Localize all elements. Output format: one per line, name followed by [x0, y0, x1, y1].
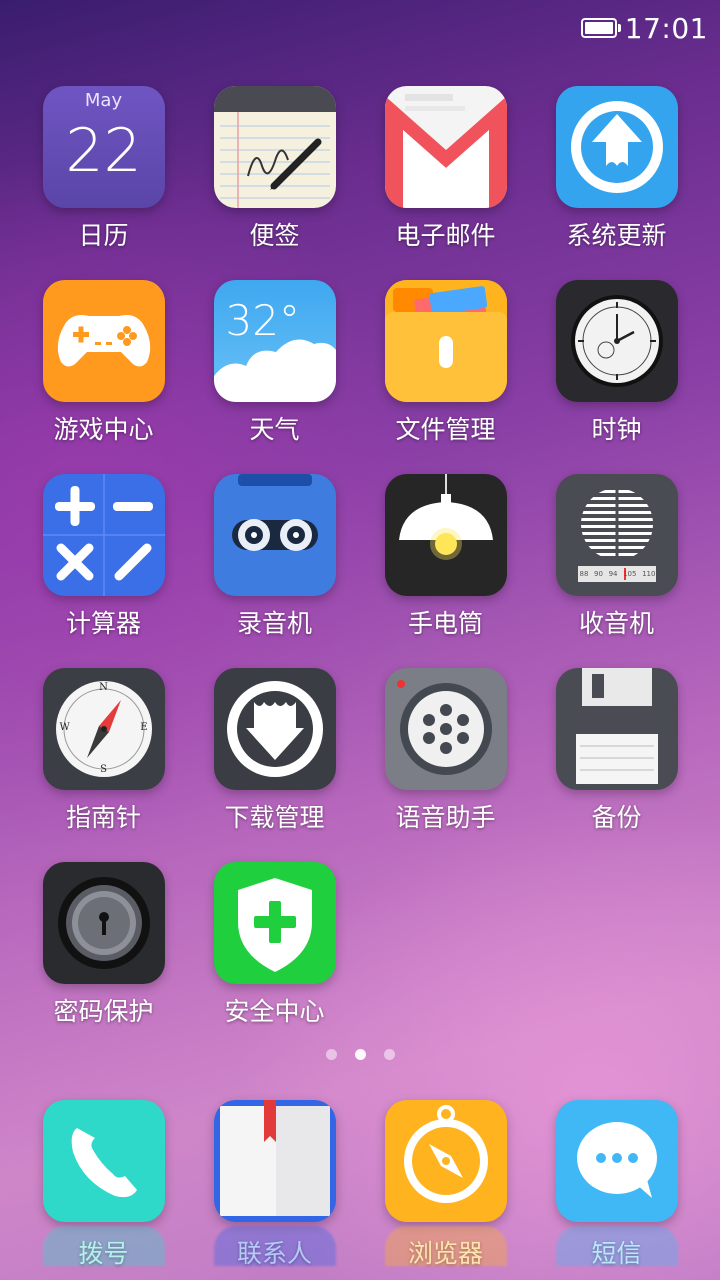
app-label: 便签 — [249, 221, 300, 250]
app-email[interactable]: 电子邮件 — [360, 86, 531, 280]
dock-reflection — [213, 1226, 336, 1266]
app-label: 密码保护 — [53, 997, 154, 1026]
floppy-disk-icon — [555, 668, 678, 790]
app-flashlight[interactable]: 手电筒 — [360, 474, 531, 668]
calculator-icon — [42, 474, 165, 596]
gamepad-icon — [42, 280, 165, 402]
radio-tick: 105 — [623, 570, 637, 578]
app-label: 游戏中心 — [53, 415, 154, 444]
app-label: 计算器 — [65, 609, 141, 638]
notepad-icon — [213, 86, 336, 208]
mail-icon — [384, 86, 507, 208]
app-label: 电子邮件 — [395, 221, 496, 250]
dock: 拨号 联系人 浏览器 短信 — [18, 1100, 702, 1270]
dock-browser[interactable]: 浏览器 — [360, 1100, 531, 1270]
dock-reflection — [555, 1226, 678, 1266]
radio-icon: 88 90 94 105 110 — [555, 474, 678, 596]
app-label: 语音助手 — [395, 803, 496, 832]
speaker-icon — [384, 668, 507, 790]
contacts-book-icon — [213, 1100, 336, 1222]
weather-icon: 32° — [213, 280, 336, 402]
app-password-protection[interactable]: 密码保护 — [18, 862, 189, 1056]
app-label: 录音机 — [236, 609, 312, 638]
app-backup[interactable]: 备份 — [531, 668, 702, 862]
battery-icon — [580, 18, 621, 38]
app-recorder[interactable]: 录音机 — [189, 474, 360, 668]
dock-reflection — [384, 1226, 507, 1266]
calendar-day: 22 — [65, 116, 142, 186]
radio-dial: 88 90 94 105 110 — [580, 570, 656, 578]
calendar-icon: May 22 — [42, 86, 165, 208]
update-icon — [555, 86, 678, 208]
lock-dial-icon — [42, 862, 165, 984]
radio-tick: 110 — [642, 570, 656, 578]
radio-tick: 90 — [594, 570, 603, 578]
dock-reflection — [42, 1226, 165, 1266]
folder-icon — [384, 280, 507, 402]
app-compass[interactable]: N S W E 指南针 — [18, 668, 189, 862]
app-label: 收音机 — [578, 609, 654, 638]
shield-icon — [213, 862, 336, 984]
calendar-month: May — [84, 90, 123, 111]
download-icon — [213, 668, 336, 790]
compass-s: S — [100, 764, 107, 775]
compass-w: W — [59, 722, 70, 733]
chat-bubble-icon — [555, 1100, 678, 1222]
dock-messages[interactable]: 短信 — [531, 1100, 702, 1270]
radio-tick: 88 — [579, 570, 589, 578]
app-grid: May 22 日历 便签 电子邮件 系统更新 游戏中心 32° 天气 文件管理 … — [18, 86, 702, 1056]
lamp-icon — [384, 474, 507, 596]
app-voice-assistant[interactable]: 语音助手 — [360, 668, 531, 862]
app-notes[interactable]: 便签 — [189, 86, 360, 280]
app-calendar[interactable]: May 22 日历 — [18, 86, 189, 280]
app-label: 下载管理 — [224, 803, 325, 832]
phone-icon — [42, 1100, 165, 1222]
app-label: 时钟 — [591, 415, 642, 444]
page-dot-active[interactable] — [354, 1049, 366, 1060]
status-bar: 17:01 — [0, 0, 720, 56]
app-label: 安全中心 — [224, 997, 325, 1026]
compass-n: N — [99, 682, 108, 693]
status-time: 17:01 — [624, 11, 708, 45]
app-label: 日历 — [78, 221, 129, 250]
app-label: 天气 — [249, 415, 300, 444]
compass-icon: N S W E — [42, 668, 165, 790]
page-indicator[interactable] — [0, 1049, 720, 1060]
app-file-manager[interactable]: 文件管理 — [360, 280, 531, 474]
app-calculator[interactable]: 计算器 — [18, 474, 189, 668]
app-weather[interactable]: 32° 天气 — [189, 280, 360, 474]
tape-recorder-icon — [213, 474, 336, 596]
radio-tick: 94 — [608, 570, 618, 578]
clock-icon — [555, 280, 678, 402]
app-label: 备份 — [591, 803, 642, 832]
app-label: 指南针 — [65, 803, 141, 832]
page-dot[interactable] — [325, 1049, 337, 1060]
page-dot[interactable] — [383, 1049, 395, 1060]
browser-compass-icon — [384, 1100, 507, 1222]
app-system-update[interactable]: 系统更新 — [531, 86, 702, 280]
app-label: 文件管理 — [395, 415, 496, 444]
dock-contacts[interactable]: 联系人 — [189, 1100, 360, 1270]
dock-phone[interactable]: 拨号 — [18, 1100, 189, 1270]
app-security-center[interactable]: 安全中心 — [189, 862, 360, 1056]
app-label: 手电筒 — [407, 609, 483, 638]
app-download-manager[interactable]: 下载管理 — [189, 668, 360, 862]
app-label: 系统更新 — [566, 221, 667, 250]
app-game-center[interactable]: 游戏中心 — [18, 280, 189, 474]
app-clock[interactable]: 时钟 — [531, 280, 702, 474]
compass-e: E — [140, 722, 148, 733]
app-radio[interactable]: 88 90 94 105 110 收音机 — [531, 474, 702, 668]
